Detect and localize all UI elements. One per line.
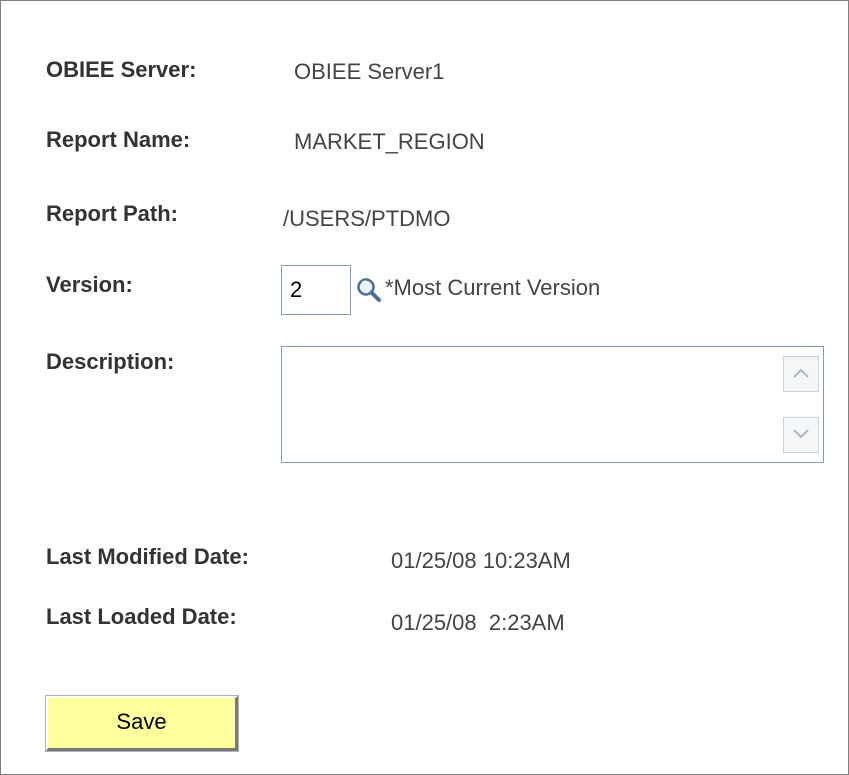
last-loaded-date-value: 01/25/08 2:23AM bbox=[391, 610, 565, 635]
report-name-label: Report Name: bbox=[46, 127, 191, 152]
chevron-up-icon bbox=[793, 368, 809, 378]
report-details-panel: OBIEE Server: OBIEE Server1 Report Name:… bbox=[0, 0, 849, 775]
obiee-server-label: OBIEE Server: bbox=[46, 57, 197, 82]
description-label: Description: bbox=[46, 349, 175, 374]
version-label: Version: bbox=[46, 272, 133, 297]
chevron-down-icon bbox=[793, 429, 809, 439]
scroll-down-button[interactable] bbox=[783, 417, 819, 453]
description-textarea[interactable] bbox=[281, 346, 824, 463]
last-modified-date-label: Last Modified Date: bbox=[46, 544, 249, 569]
report-name-value: MARKET_REGION bbox=[294, 129, 485, 154]
report-path-label: Report Path: bbox=[46, 201, 178, 226]
scroll-up-button[interactable] bbox=[783, 356, 819, 392]
version-input[interactable]: 2 bbox=[281, 265, 351, 315]
last-modified-date-value: 01/25/08 10:23AM bbox=[391, 548, 571, 573]
magnifier-icon[interactable] bbox=[356, 277, 382, 303]
last-loaded-date-label: Last Loaded Date: bbox=[46, 604, 237, 629]
obiee-server-value: OBIEE Server1 bbox=[294, 59, 445, 84]
save-button[interactable]: Save bbox=[45, 695, 239, 752]
most-current-version-note: *Most Current Version bbox=[385, 275, 601, 300]
report-path-value: /USERS/PTDMO bbox=[283, 206, 451, 231]
